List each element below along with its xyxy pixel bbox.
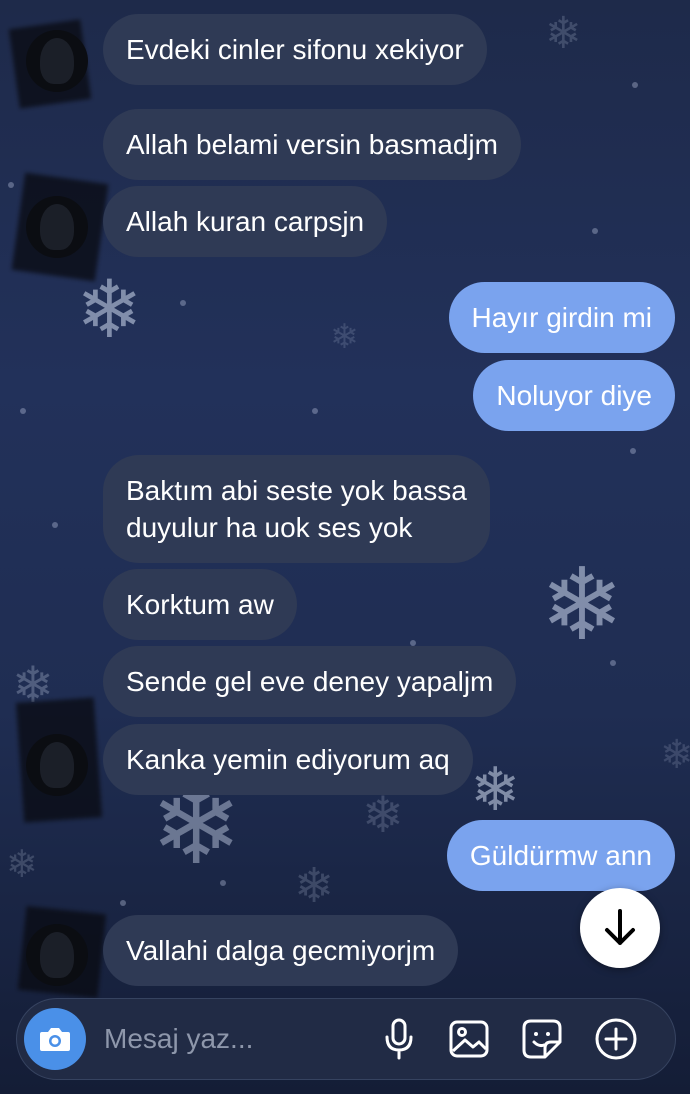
snow-dot (632, 82, 638, 88)
snow-dot (180, 300, 186, 306)
plus-button[interactable] (591, 1014, 641, 1064)
sender-avatar (26, 30, 88, 92)
snow-dot (8, 182, 14, 188)
gallery-button[interactable] (444, 1014, 494, 1064)
message-bubble-incoming[interactable]: Kanka yemin ediyorum aq (103, 724, 473, 795)
plus-icon (595, 1018, 637, 1060)
message-bubble-outgoing[interactable]: Hayır girdin mi (448, 282, 675, 353)
snowflake-decoration: ❄ (660, 732, 690, 778)
message-bubble-incoming[interactable]: Sende gel eve deney yapaljm (103, 646, 517, 717)
snow-dot (20, 408, 26, 414)
sender-avatar (26, 734, 88, 796)
snowflake-decoration: ❄ (362, 786, 404, 844)
snowflake-decoration: ❄ (294, 858, 335, 914)
microphone-button[interactable] (374, 1014, 424, 1064)
sender-avatar (26, 924, 88, 986)
message-bubble-incoming[interactable]: Evdeki cinler sifonu xekiyor (103, 14, 487, 85)
snowflake-decoration: ❄ (330, 317, 359, 357)
microphone-icon (385, 1018, 413, 1060)
message-bubble-outgoing[interactable]: Güldürmw ann (446, 820, 675, 891)
sticker-icon (522, 1019, 562, 1059)
snow-dot (630, 448, 636, 454)
message-bubble-incoming[interactable]: Vallahi dalga gecmiyorjm (103, 915, 459, 986)
snow-dot (52, 522, 58, 528)
message-text-line: Baktım abi seste yok bassa (126, 475, 467, 506)
snow-dot (120, 900, 126, 906)
message-bubble-incoming[interactable]: Allah kuran carpsjn (103, 186, 388, 257)
gallery-icon (449, 1020, 489, 1058)
snowflake-decoration: ❄ (6, 842, 38, 886)
message-text-line: duyulur ha uok ses yok (126, 512, 413, 543)
snow-dot (220, 880, 226, 886)
message-input[interactable]: Mesaj yaz... (104, 1022, 253, 1056)
snowflake-decoration: ❄ (540, 546, 624, 663)
message-bubble-outgoing[interactable]: Noluyor diye (473, 360, 675, 431)
snow-dot (610, 660, 616, 666)
camera-icon (40, 1028, 70, 1051)
snowflake-decoration: ❄ (545, 8, 582, 59)
message-bubble-incoming[interactable]: Allah belami versin basmadjm (103, 109, 521, 180)
snowflake-decoration: ❄ (76, 263, 144, 356)
camera-button[interactable] (24, 1008, 86, 1070)
sender-avatar (26, 196, 88, 258)
message-bubble-incoming[interactable]: Baktım abi seste yok bassa duyulur ha uo… (103, 455, 490, 563)
message-bubble-incoming[interactable]: Korktum aw (103, 569, 297, 640)
snowflake-decoration: ❄ (470, 755, 521, 825)
arrow-down-icon (605, 909, 635, 945)
scroll-to-bottom-button[interactable] (580, 888, 660, 968)
snow-dot (592, 228, 598, 234)
sticker-button[interactable] (517, 1014, 567, 1064)
snow-dot (312, 408, 318, 414)
